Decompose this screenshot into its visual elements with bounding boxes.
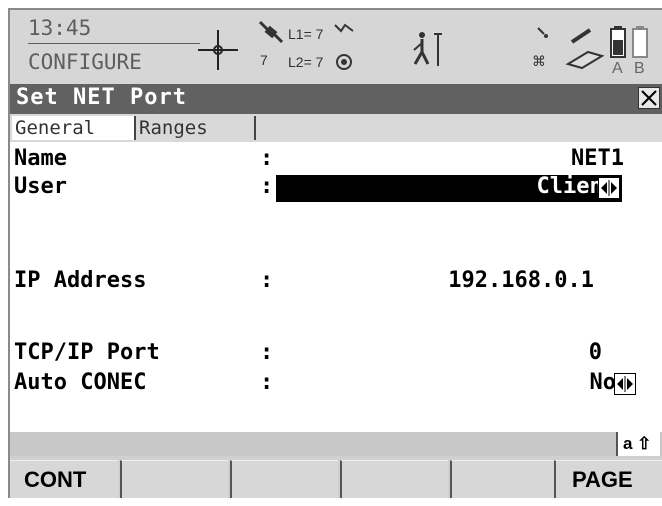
auto-conec-value[interactable]: No bbox=[590, 370, 617, 395]
softkey-cont-label: CONT bbox=[24, 467, 87, 492]
ip-address-value[interactable]: 192.168.0.1 bbox=[448, 268, 594, 293]
close-button[interactable] bbox=[638, 87, 660, 109]
user-selector[interactable]: Client bbox=[276, 174, 622, 202]
l1-label: L1= 7 bbox=[288, 26, 324, 42]
field-row-name: Name : NET1 bbox=[10, 146, 662, 176]
field-row-port: TCP/IP Port : 0 bbox=[10, 340, 662, 370]
tab-ranges[interactable]: Ranges bbox=[136, 116, 256, 140]
position-crosshair-icon bbox=[198, 30, 238, 70]
softkey-page[interactable]: PAGE bbox=[554, 460, 662, 498]
battery-b-icon bbox=[632, 26, 648, 58]
softkey-page-label: PAGE bbox=[572, 467, 633, 492]
connection-icons: ⌘ bbox=[532, 27, 605, 70]
colon: : bbox=[260, 268, 274, 293]
tab-general[interactable]: General bbox=[12, 116, 136, 140]
name-value[interactable]: NET1 bbox=[571, 146, 624, 171]
svg-text:⌘: ⌘ bbox=[532, 54, 546, 70]
field-row-ip: IP Address : 192.168.0.1 bbox=[10, 268, 662, 298]
field-row-user: User : Client bbox=[10, 174, 662, 204]
softkey-f4[interactable] bbox=[340, 460, 448, 498]
tcpip-port-value[interactable]: 0 bbox=[589, 340, 602, 365]
satellite-icon bbox=[258, 20, 284, 44]
pedestrian-icon bbox=[413, 32, 442, 66]
left-right-arrows-icon bbox=[601, 180, 617, 196]
battery-status: A B bbox=[610, 26, 660, 82]
l2-label: L2= 7 bbox=[288, 54, 324, 70]
auto-conec-choice-arrows[interactable] bbox=[614, 373, 636, 395]
lightning-icon bbox=[334, 23, 354, 33]
auto-conec-label: Auto CONEC bbox=[14, 370, 147, 395]
left-right-arrows-icon bbox=[617, 376, 633, 392]
input-mode-bar: a ⇧ bbox=[10, 432, 662, 456]
colon: : bbox=[260, 370, 274, 395]
battery-a-icon bbox=[610, 26, 626, 58]
softkey-f2[interactable] bbox=[120, 460, 228, 498]
user-choice-arrows[interactable] bbox=[598, 177, 620, 199]
softkey-f5[interactable] bbox=[450, 460, 558, 498]
dialog-title-bar: Set NET Port bbox=[10, 84, 662, 114]
time-mode-box: 13:45 CONFIGURE bbox=[18, 14, 200, 76]
colon: : bbox=[260, 340, 274, 365]
softkey-bar: CONT PAGE bbox=[10, 456, 662, 498]
target-icon bbox=[336, 54, 352, 70]
status-bar: 13:45 CONFIGURE 7 L1= 7 L2= 7 ⌘ A B bbox=[10, 10, 662, 84]
tcpip-port-label: TCP/IP Port bbox=[14, 340, 160, 365]
softkey-f3[interactable] bbox=[230, 460, 338, 498]
battery-a-label: A bbox=[612, 60, 623, 77]
tab-strip: General Ranges bbox=[10, 114, 662, 144]
device-screen: 13:45 CONFIGURE 7 L1= 7 L2= 7 ⌘ A B Set … bbox=[8, 8, 662, 498]
colon: : bbox=[260, 174, 274, 199]
dialog-title: Set NET Port bbox=[16, 85, 187, 110]
divider bbox=[28, 43, 200, 44]
sat-count-label: 7 bbox=[260, 52, 268, 68]
name-label: Name bbox=[14, 146, 67, 171]
battery-b-label: B bbox=[634, 60, 645, 77]
settings-form: Name : NET1 User : Client IP Address : 1… bbox=[10, 142, 662, 432]
ip-address-label: IP Address bbox=[14, 268, 147, 293]
clock-time: 13:45 bbox=[28, 16, 92, 40]
softkey-cont[interactable]: CONT bbox=[10, 460, 118, 498]
user-label: User bbox=[14, 174, 67, 199]
satellite-status: 7 L1= 7 L2= 7 bbox=[258, 20, 398, 80]
colon: : bbox=[260, 146, 274, 171]
field-row-auto-conec: Auto CONEC : No bbox=[10, 370, 662, 400]
input-mode-indicator: a ⇧ bbox=[616, 432, 660, 456]
current-mode: CONFIGURE bbox=[28, 50, 142, 74]
close-icon bbox=[641, 90, 657, 106]
